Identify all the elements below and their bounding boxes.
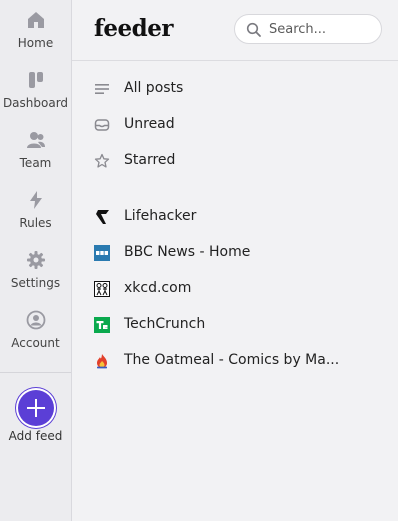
rail-item-label: Dashboard <box>2 96 69 110</box>
xkcd-logo-icon <box>94 281 110 297</box>
feed-item-lifehacker[interactable]: Lifehacker <box>72 203 398 231</box>
nav-item-label: All posts <box>124 80 184 96</box>
search-input[interactable] <box>269 20 373 38</box>
nav-item-all-posts[interactable]: All posts <box>72 75 398 103</box>
rail-item-dashboard[interactable]: Dashboard <box>0 70 71 110</box>
inbox-icon <box>94 119 110 131</box>
feed-item-bbc-news[interactable]: BBC News - Home <box>72 239 398 267</box>
home-icon <box>27 12 44 28</box>
dashboard-icon <box>28 72 43 88</box>
bbc-logo-icon <box>94 245 110 261</box>
side-rail: Home Dashboard Team Rules Settings Accou… <box>0 0 72 521</box>
app-logo[interactable]: feeder <box>94 15 174 42</box>
lightning-icon <box>29 191 42 209</box>
list-icon <box>95 84 109 94</box>
search-icon <box>246 22 261 37</box>
header: feeder <box>72 0 398 61</box>
rail-item-label: Home <box>17 36 54 50</box>
rail-item-label: Rules <box>19 216 52 230</box>
rail-item-home[interactable]: Home <box>0 10 71 50</box>
techcrunch-logo-icon <box>94 317 110 333</box>
oatmeal-logo-icon <box>97 354 107 369</box>
feed-item-label: The Oatmeal - Comics by Ma... <box>124 352 340 368</box>
add-feed-button[interactable] <box>18 390 54 426</box>
rail-item-label: Account <box>11 336 60 350</box>
nav-item-label: Starred <box>124 152 176 168</box>
gear-icon <box>26 251 45 269</box>
search-box[interactable] <box>234 14 382 44</box>
rail-item-account[interactable]: Account <box>0 310 71 350</box>
feed-item-label: BBC News - Home <box>124 244 251 260</box>
lifehacker-logo-icon <box>96 210 109 224</box>
plus-icon <box>27 399 45 417</box>
account-icon <box>26 310 45 330</box>
window-edge <box>398 0 402 521</box>
feed-item-label: Lifehacker <box>124 208 197 224</box>
nav-item-label: Unread <box>124 116 175 132</box>
rail-item-settings[interactable]: Settings <box>0 250 71 290</box>
feed-item-label: xkcd.com <box>124 280 192 296</box>
feed-item-techcrunch[interactable]: TechCrunch <box>72 311 398 339</box>
feed-item-the-oatmeal[interactable]: The Oatmeal - Comics by Ma... <box>72 347 398 375</box>
rail-item-rules[interactable]: Rules <box>0 190 71 230</box>
feed-item-label: TechCrunch <box>124 316 206 332</box>
rail-item-label: Team <box>19 156 52 170</box>
nav-item-starred[interactable]: Starred <box>72 147 398 175</box>
rail-divider <box>0 372 71 373</box>
feed-item-xkcd[interactable]: xkcd.com <box>72 275 398 303</box>
rail-item-label: Settings <box>10 276 61 290</box>
rail-item-team[interactable]: Team <box>0 130 71 170</box>
nav-item-unread[interactable]: Unread <box>72 111 398 139</box>
team-icon <box>26 132 45 148</box>
star-icon <box>94 153 110 168</box>
add-feed-label[interactable]: Add feed <box>0 429 71 443</box>
feed-list-panel: feeder All posts Unread Starred Lifehack… <box>72 0 402 521</box>
